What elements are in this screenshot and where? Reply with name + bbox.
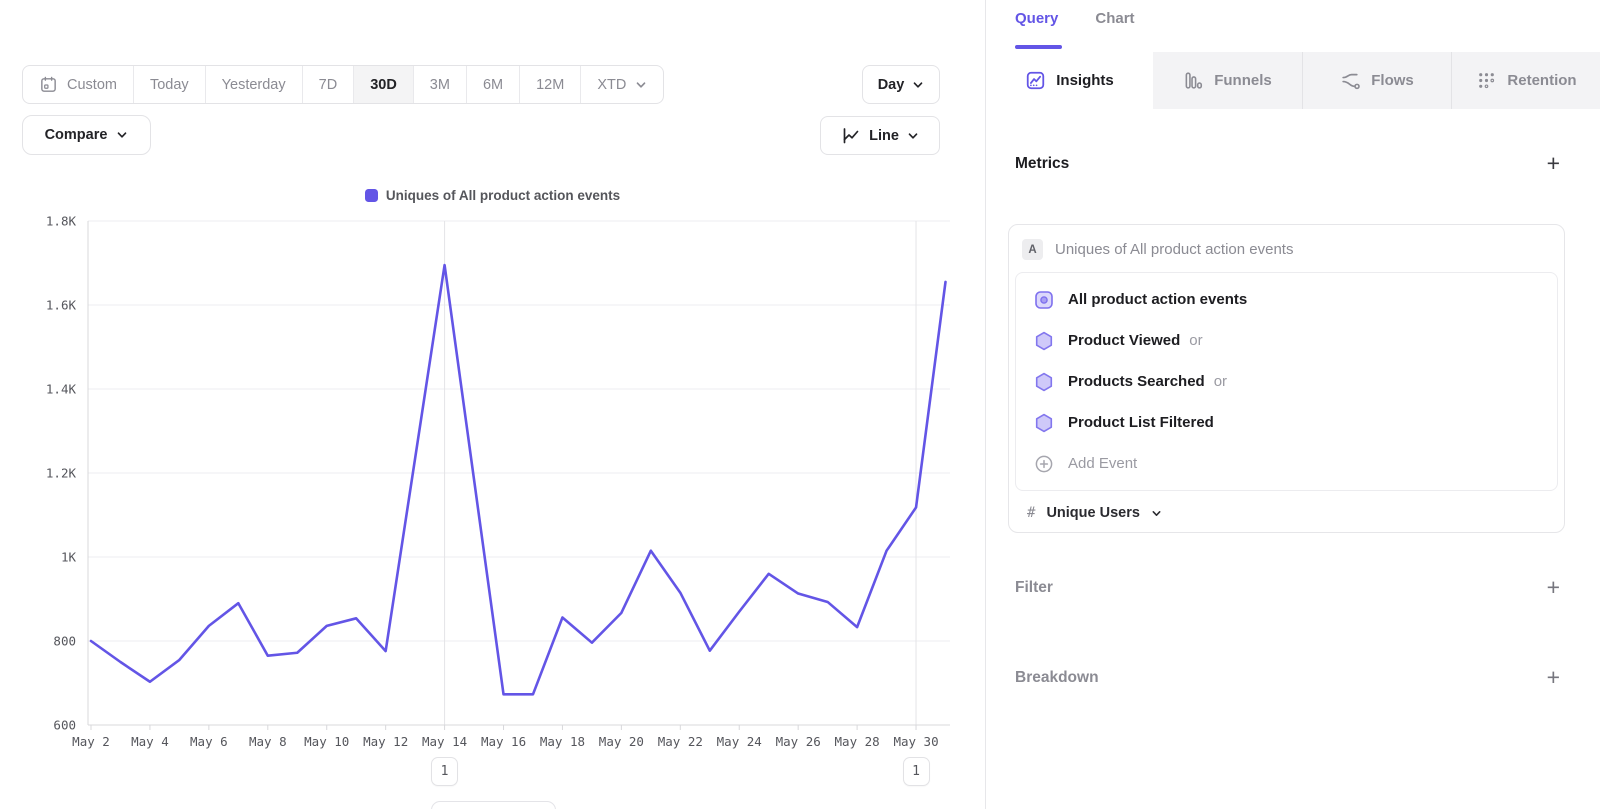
svg-text:May 4: May 4 (131, 734, 169, 749)
svg-text:May 24: May 24 (717, 734, 762, 749)
range-6m[interactable]: 6M (466, 66, 519, 103)
svg-text:1.6K: 1.6K (46, 298, 77, 313)
range-12m[interactable]: 12M (519, 66, 580, 103)
date-range-group: CustomTodayYesterday7D30D3M6M12MXTD (22, 65, 664, 104)
chevron-down-icon (116, 129, 128, 141)
range-30d[interactable]: 30D (353, 66, 413, 103)
annotation-badge[interactable]: 1 (903, 757, 930, 786)
svg-text:May 6: May 6 (190, 734, 228, 749)
breakdown-title: Breakdown (1015, 669, 1099, 687)
chart-type-dropdown[interactable]: Line (820, 116, 940, 155)
chart-region: 600 800 1K 1.2K 1.4K 1.6K 1.8K May 2 May 4 May 6 M… (0, 0, 985, 809)
mixpanel-insights-report: 600 800 1K 1.2K 1.4K 1.6K 1.8K May 2 May 4 May 6 M… (0, 0, 1600, 809)
event-group-icon (1033, 289, 1055, 311)
metric-letter-badge: A (1022, 239, 1043, 260)
metric-card: A Uniques of All product action events A… (1008, 224, 1565, 533)
svg-text:May 28: May 28 (835, 734, 880, 749)
add-metric-button[interactable]: + (1547, 152, 1560, 175)
svg-text:May 30: May 30 (893, 734, 938, 749)
legend-swatch (365, 189, 378, 202)
events-box: All product action events Product Viewed… (1015, 272, 1558, 491)
tab-funnels[interactable]: Funnels (1153, 52, 1302, 109)
tab-flows-label: Flows (1371, 72, 1414, 89)
svg-text:600: 600 (53, 718, 76, 733)
granularity-value: Day (878, 77, 905, 93)
tab-retention-label: Retention (1507, 72, 1576, 89)
retention-icon (1476, 70, 1497, 91)
svg-text:May 20: May 20 (599, 734, 644, 749)
filter-header: Filter + (1015, 576, 1560, 599)
active-tab-underline (1015, 45, 1062, 49)
event-hexagon-icon (1033, 371, 1055, 393)
metric-card-title: Uniques of All product action events (1055, 241, 1293, 258)
tab-retention[interactable]: Retention (1451, 52, 1600, 109)
chevron-down-icon (907, 130, 919, 142)
chevron-down-icon (635, 79, 647, 91)
panel-top-tabs: Query Chart (1015, 10, 1135, 27)
add-breakdown-button[interactable]: + (1547, 666, 1560, 689)
add-circle-icon (1033, 453, 1055, 475)
metric-card-header[interactable]: A Uniques of All product action events (1009, 225, 1564, 272)
metrics-title: Metrics (1015, 155, 1069, 173)
measure-selector[interactable]: # Unique Users (1009, 491, 1564, 535)
flows-icon (1340, 70, 1361, 91)
range-custom[interactable]: Custom (23, 66, 133, 103)
filter-title: Filter (1015, 579, 1053, 597)
range-yesterday[interactable]: Yesterday (205, 66, 302, 103)
chart-legend: Uniques of All product action events (0, 188, 985, 203)
insights-icon (1025, 70, 1046, 91)
granularity-dropdown[interactable]: Day (862, 65, 940, 104)
svg-text:800: 800 (53, 634, 76, 649)
cropped-popover (431, 801, 556, 809)
svg-text:1.8K: 1.8K (46, 214, 77, 229)
svg-text:May 16: May 16 (481, 734, 526, 749)
query-panel: Query Chart Insights (985, 0, 1600, 809)
calendar-icon (39, 75, 58, 94)
event-row-product-viewed[interactable]: Product Viewed or (1016, 320, 1557, 361)
range-7d[interactable]: 7D (302, 66, 354, 103)
svg-text:1.4K: 1.4K (46, 382, 77, 397)
tab-query[interactable]: Query (1015, 10, 1058, 27)
event-row-all-product-action-events[interactable]: All product action events (1016, 279, 1557, 320)
hash-icon: # (1027, 505, 1035, 521)
svg-text:May 8: May 8 (249, 734, 287, 749)
svg-text:May 2: May 2 (72, 734, 110, 749)
event-row-products-searched[interactable]: Products Searched or (1016, 361, 1557, 402)
tab-flows[interactable]: Flows (1302, 52, 1451, 109)
range-3m[interactable]: 3M (413, 66, 466, 103)
chevron-down-icon (1151, 508, 1162, 519)
svg-text:May 12: May 12 (363, 734, 408, 749)
svg-text:May 14: May 14 (422, 734, 467, 749)
tab-chart[interactable]: Chart (1095, 10, 1134, 27)
tab-insights-label: Insights (1056, 72, 1114, 89)
compare-label: Compare (45, 127, 108, 143)
tab-funnels-label: Funnels (1214, 72, 1272, 89)
svg-text:May 18: May 18 (540, 734, 585, 749)
chart-type-value: Line (869, 128, 899, 144)
tab-insights[interactable]: Insights (986, 52, 1153, 109)
line-chart-icon (841, 126, 861, 146)
svg-text:1.2K: 1.2K (46, 466, 77, 481)
add-event-button[interactable]: Add Event (1016, 443, 1557, 484)
event-hexagon-icon (1033, 330, 1055, 352)
annotation-badge[interactable]: 1 (431, 757, 458, 786)
svg-text:May 10: May 10 (304, 734, 349, 749)
event-row-product-list-filtered[interactable]: Product List Filtered (1016, 402, 1557, 443)
report-type-tabs: Insights Funnels (986, 52, 1600, 109)
legend-label: Uniques of All product action events (386, 188, 620, 203)
chevron-down-icon (912, 79, 924, 91)
breakdown-header: Breakdown + (1015, 666, 1560, 689)
svg-text:May 26: May 26 (776, 734, 821, 749)
metrics-header: Metrics + (1015, 152, 1560, 175)
compare-button[interactable]: Compare (22, 115, 151, 155)
range-xtd[interactable]: XTD (580, 66, 663, 103)
range-today[interactable]: Today (133, 66, 205, 103)
funnels-icon (1183, 70, 1204, 91)
svg-text:May 22: May 22 (658, 734, 703, 749)
add-filter-button[interactable]: + (1547, 576, 1560, 599)
svg-text:1K: 1K (61, 550, 77, 565)
measure-label: Unique Users (1046, 505, 1139, 521)
event-hexagon-icon (1033, 412, 1055, 434)
